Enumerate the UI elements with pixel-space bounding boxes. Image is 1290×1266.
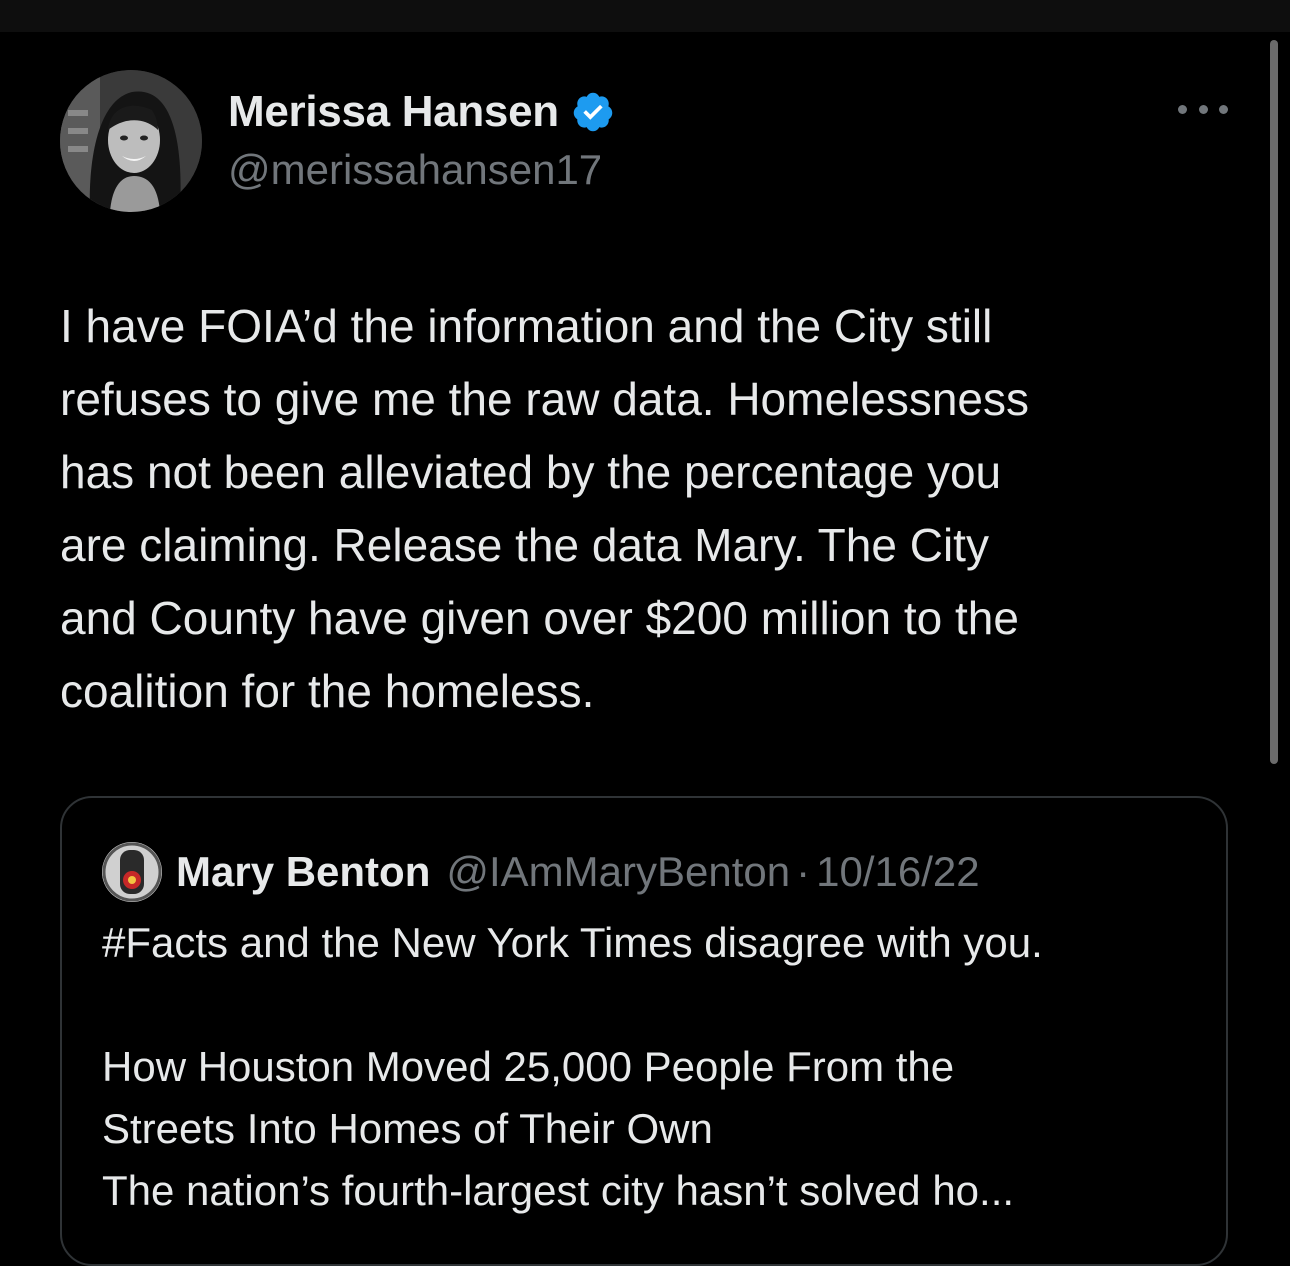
quoted-display-name[interactable]: Mary Benton — [176, 848, 430, 896]
quoted-tweet-header: Mary Benton @IAmMaryBenton · 10/16/22 — [102, 842, 980, 902]
tweet[interactable]: Merissa Hansen @merissahansen17 I have F… — [0, 32, 1290, 1266]
quoted-link-preview-text: How Houston Moved 25,000 People From the… — [102, 1043, 1015, 1214]
avatar-image — [60, 70, 202, 212]
avatar[interactable] — [60, 70, 202, 212]
dot — [1198, 104, 1208, 114]
quoted-avatar[interactable] — [102, 842, 162, 902]
separator-dot: · — [796, 848, 811, 895]
verified-badge-icon — [571, 90, 615, 134]
quoted-avatar-image — [102, 842, 162, 902]
more-options-icon[interactable] — [1178, 94, 1228, 124]
dot — [1178, 104, 1187, 114]
status-bar-strip — [0, 0, 1290, 32]
author-display-name[interactable]: Merissa Hansen — [228, 87, 559, 137]
scrollbar[interactable] — [1270, 40, 1278, 764]
quoted-tweet-text: #Facts and the New York Times disagree w… — [102, 919, 1043, 966]
author-name-row: Merissa Hansen — [228, 84, 615, 140]
dot — [1219, 104, 1228, 114]
author-handle[interactable]: @merissahansen17 — [228, 146, 602, 194]
tweet-text: I have FOIA’d the information and the Ci… — [60, 300, 1030, 717]
quoted-handle[interactable]: @IAmMaryBenton — [446, 848, 790, 896]
quoted-tweet-card[interactable]: Mary Benton @IAmMaryBenton · 10/16/22 #F… — [60, 796, 1228, 1266]
quoted-date[interactable]: 10/16/22 — [816, 848, 980, 896]
